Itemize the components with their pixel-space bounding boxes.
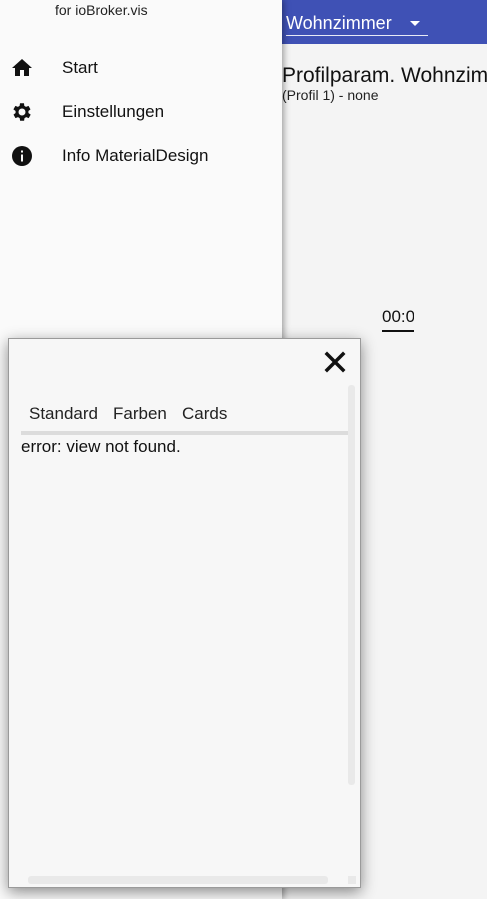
settings-dialog: Standard Farben Cards error: view not fo… [8,338,361,888]
info-icon [10,144,34,168]
close-icon [324,351,346,373]
sidebar-item-settings[interactable]: Einstellungen [0,89,282,133]
tab-cards[interactable]: Cards [182,404,227,424]
error-message: error: view not found. [21,437,181,456]
vertical-scrollbar[interactable] [348,385,355,785]
sidebar-item-start[interactable]: Start [0,45,282,89]
sidebar-item-label: Einstellungen [62,102,165,121]
scrollbar-corner [348,876,356,884]
room-select-value: Wohnzimmer [286,13,392,33]
drawer-caption: for ioBroker.vis [55,2,148,18]
page-title: Profilparam. Wohnzimmer [282,64,487,87]
chevron-down-icon [410,21,420,26]
sidebar-item-label: Start [62,58,98,77]
dialog-tabs: Standard Farben Cards [21,401,348,435]
room-select[interactable]: Wohnzimmer [286,8,428,36]
time-input[interactable] [382,304,414,332]
close-button[interactable] [322,349,348,375]
page-subtitle: (Profil 1) - none [282,87,379,103]
horizontal-scrollbar[interactable] [28,876,328,884]
tab-farben[interactable]: Farben [113,404,167,424]
home-icon [10,56,34,80]
tab-standard[interactable]: Standard [29,404,98,424]
sidebar-item-label: Info MaterialDesign [62,146,209,165]
sidebar-item-info[interactable]: Info MaterialDesign [0,133,282,177]
gear-icon [10,100,34,124]
